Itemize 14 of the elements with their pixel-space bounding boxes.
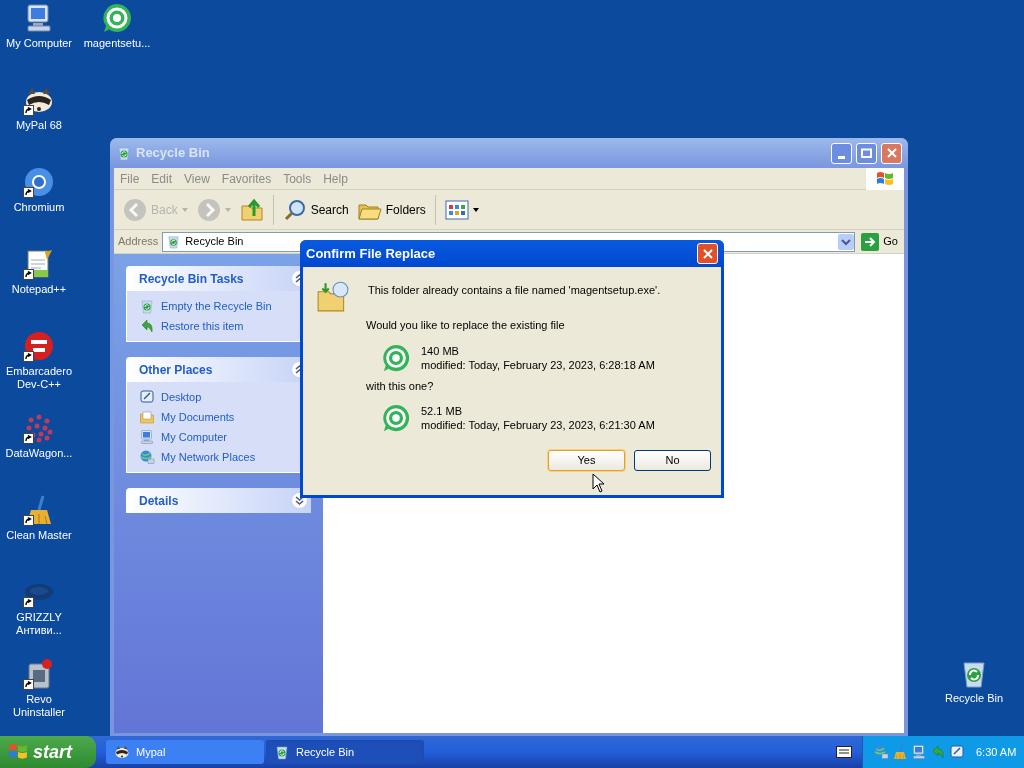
- clock: 6:30 AM: [976, 744, 1017, 760]
- file-size: 52.1 MB: [421, 404, 463, 418]
- task-pane-title: Details: [139, 492, 179, 510]
- address-label: Address: [118, 234, 159, 250]
- file-modified-date: modified: Today, February 23, 2023, 6:21:30 AM: [421, 418, 655, 432]
- file-size: 140 MB: [421, 343, 460, 358]
- dialog-message: This folder already contains a file named 'magentsetup.exe'.: [368, 283, 661, 298]
- dialog-question: Would you like to replace the existing file: [365, 318, 566, 333]
- dialog-title: Confirm File Replace: [306, 244, 437, 263]
- window-title: Recycle Bin: [136, 144, 211, 163]
- file-modified-date: modified: Today, February 23, 2023, 6:28:18 AM: [421, 357, 655, 372]
- dialog-connector-text: with this one?: [365, 378, 435, 394]
- task-pane-title: Recycle Bin Tasks: [139, 270, 244, 288]
- task-pane-title: Other Places: [139, 361, 213, 379]
